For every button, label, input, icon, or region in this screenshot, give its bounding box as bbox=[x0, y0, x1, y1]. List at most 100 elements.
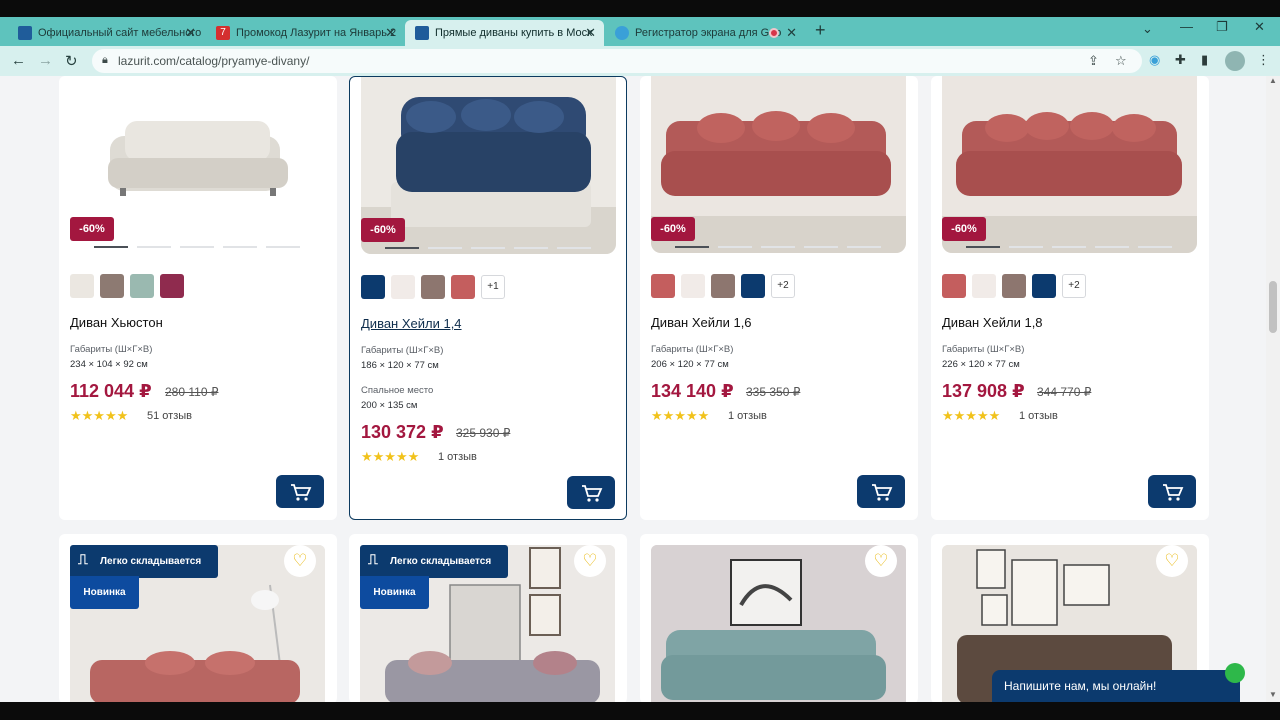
swatch-red[interactable] bbox=[942, 274, 966, 298]
more-colors-button[interactable]: +1 bbox=[481, 275, 505, 299]
product-card[interactable]: ⎍ Легко складывается Новинка ♡ bbox=[349, 534, 627, 702]
close-tab-icon[interactable]: ✕ bbox=[185, 20, 196, 46]
product-name[interactable]: Диван Хейли 1,4 bbox=[361, 316, 462, 331]
add-to-cart-button[interactable] bbox=[567, 476, 615, 509]
scroll-down-icon[interactable]: ▼ bbox=[1269, 690, 1277, 699]
reviews-count[interactable]: 1 отзыв bbox=[1019, 410, 1058, 422]
online-status-icon bbox=[1225, 663, 1245, 683]
image-pager[interactable] bbox=[966, 246, 1172, 248]
recorder-extension-icon[interactable]: ◉ bbox=[1149, 52, 1160, 68]
swatch-brown[interactable] bbox=[100, 274, 124, 298]
swatch-burgundy[interactable] bbox=[160, 274, 184, 298]
minimize-icon[interactable]: — bbox=[1180, 19, 1193, 34]
swatch-navy[interactable] bbox=[1032, 274, 1056, 298]
tab-straight-sofas[interactable]: Прямые диваны купить в Моск ✕ bbox=[405, 20, 604, 46]
url-text: lazurit.com/catalog/pryamye-divany/ bbox=[118, 54, 310, 68]
sofa-fold-icon: ⎍ bbox=[78, 551, 88, 567]
image-pager[interactable] bbox=[94, 246, 300, 248]
heart-icon[interactable]: ♡ bbox=[574, 545, 606, 577]
product-card[interactable]: ♡ bbox=[640, 534, 918, 702]
product-name[interactable]: Диван Хьюстон bbox=[70, 315, 163, 330]
product-card[interactable]: -60% +2 Диван Хейли 1,6 Габариты (Ш×Г×В)… bbox=[640, 76, 918, 520]
more-colors-button[interactable]: +2 bbox=[771, 274, 795, 298]
swatch-navy[interactable] bbox=[361, 275, 385, 299]
old-price: 280 110 ₽ bbox=[165, 385, 219, 399]
rating-stars: ★★★★★ bbox=[70, 408, 129, 423]
recording-icon bbox=[769, 28, 779, 38]
profile-avatar[interactable] bbox=[1225, 51, 1245, 71]
tab-title: Прямые диваны купить в Моск bbox=[435, 27, 592, 39]
scrollbar-thumb[interactable] bbox=[1269, 281, 1277, 333]
swatch-beige[interactable] bbox=[70, 274, 94, 298]
rating-stars: ★★★★★ bbox=[361, 449, 420, 464]
back-icon[interactable]: ← bbox=[11, 52, 26, 69]
product-name[interactable]: Диван Хейли 1,8 bbox=[942, 315, 1043, 330]
recorder-favicon-icon bbox=[615, 26, 629, 40]
swatch-white[interactable] bbox=[391, 275, 415, 299]
old-price: 325 930 ₽ bbox=[456, 426, 511, 440]
close-tab-icon[interactable]: ✕ bbox=[385, 20, 396, 46]
menu-icon[interactable]: ⋮ bbox=[1257, 52, 1270, 68]
product-card[interactable]: -60% +1 Диван Хейли 1,4 Габариты (Ш×Г×В)… bbox=[349, 76, 627, 520]
close-tab-icon[interactable]: ✕ bbox=[585, 20, 596, 46]
url-input[interactable]: 🔒︎ lazurit.com/catalog/pryamye-divany/ ⇪… bbox=[92, 49, 1142, 73]
cart-icon bbox=[872, 484, 893, 501]
dimensions-value: 226 × 120 × 77 см bbox=[942, 359, 1020, 370]
close-tab-icon[interactable]: ✕ bbox=[786, 20, 797, 46]
product-name[interactable]: Диван Хейли 1,6 bbox=[651, 315, 752, 330]
side-panel-icon[interactable]: ▮ bbox=[1201, 52, 1208, 68]
product-card[interactable]: -60% +2 Диван Хейли 1,8 Габариты (Ш×Г×В)… bbox=[931, 76, 1209, 520]
swatch-taupe[interactable] bbox=[1002, 274, 1026, 298]
sleeping-area-value: 200 × 135 см bbox=[361, 400, 418, 411]
dimensions-label: Габариты (Ш×Г×В) bbox=[942, 344, 1025, 355]
heart-icon[interactable]: ♡ bbox=[865, 545, 897, 577]
address-bar: ← → ↻ 🔒︎ lazurit.com/catalog/pryamye-div… bbox=[0, 46, 1280, 76]
swatch-navy[interactable] bbox=[741, 274, 765, 298]
scroll-up-icon[interactable]: ▲ bbox=[1269, 76, 1277, 85]
site-favicon-icon bbox=[18, 26, 32, 40]
discount-badge: -60% bbox=[651, 217, 695, 241]
swatch-mint[interactable] bbox=[130, 274, 154, 298]
reviews-count[interactable]: 1 отзыв bbox=[728, 410, 767, 422]
tab-official-site[interactable]: Официальный сайт мебельного ✕ bbox=[8, 20, 204, 46]
heart-icon[interactable]: ♡ bbox=[284, 545, 316, 577]
easy-fold-label: Легко складывается bbox=[100, 556, 202, 567]
dimensions-label: Габариты (Ш×Г×В) bbox=[651, 344, 734, 355]
new-tab-button[interactable]: + bbox=[815, 20, 826, 41]
add-to-cart-button[interactable] bbox=[276, 475, 324, 508]
more-colors-button[interactable]: +2 bbox=[1062, 274, 1086, 298]
reviews-count[interactable]: 51 отзыв bbox=[147, 410, 192, 422]
tab-strip: Официальный сайт мебельного ✕ 7 Промокод… bbox=[0, 17, 1280, 46]
heart-icon[interactable]: ♡ bbox=[1156, 545, 1188, 577]
share-icon[interactable]: ⇪ bbox=[1088, 53, 1099, 69]
add-to-cart-button[interactable] bbox=[1148, 475, 1196, 508]
swatch-red[interactable] bbox=[451, 275, 475, 299]
forward-icon[interactable]: → bbox=[38, 52, 53, 69]
bookmark-star-icon[interactable]: ☆ bbox=[1115, 53, 1127, 69]
product-card[interactable]: ⎍ Легко складывается Новинка ♡ bbox=[59, 534, 337, 702]
online-chat-button[interactable]: Напишите нам, мы онлайн! bbox=[992, 663, 1245, 702]
discount-badge: -60% bbox=[361, 218, 405, 242]
extensions-icon[interactable]: ✚ bbox=[1175, 52, 1186, 68]
image-pager[interactable] bbox=[385, 247, 591, 249]
swatch-red[interactable] bbox=[651, 274, 675, 298]
tab-promocode[interactable]: 7 Промокод Лазурит на Январь 2 ✕ bbox=[206, 20, 404, 46]
tab-search-icon[interactable]: ⌄ bbox=[1142, 21, 1153, 37]
swatch-white[interactable] bbox=[972, 274, 996, 298]
close-window-icon[interactable]: ✕ bbox=[1254, 19, 1265, 35]
product-card[interactable]: -60% Диван Хьюстон Габариты (Ш×Г×В) 234 … bbox=[59, 76, 337, 520]
swatch-taupe[interactable] bbox=[421, 275, 445, 299]
add-to-cart-button[interactable] bbox=[857, 475, 905, 508]
easy-fold-tag: ⎍ Легко складывается bbox=[70, 545, 218, 578]
swatch-taupe[interactable] bbox=[711, 274, 735, 298]
maximize-icon[interactable]: ❐ bbox=[1216, 19, 1228, 35]
reload-icon[interactable]: ↻ bbox=[65, 52, 78, 70]
image-pager[interactable] bbox=[675, 246, 881, 248]
tab-screen-recorder[interactable]: Регистратор экрана для Goo ✕ bbox=[605, 20, 805, 46]
reviews-count[interactable]: 1 отзыв bbox=[438, 451, 477, 463]
page-scrollbar[interactable]: ▲ ▼ bbox=[1266, 76, 1280, 702]
tab-title: Официальный сайт мебельного bbox=[38, 27, 202, 39]
discount-badge: -60% bbox=[942, 217, 986, 241]
dimensions-label: Габариты (Ш×Г×В) bbox=[361, 345, 444, 356]
swatch-white[interactable] bbox=[681, 274, 705, 298]
